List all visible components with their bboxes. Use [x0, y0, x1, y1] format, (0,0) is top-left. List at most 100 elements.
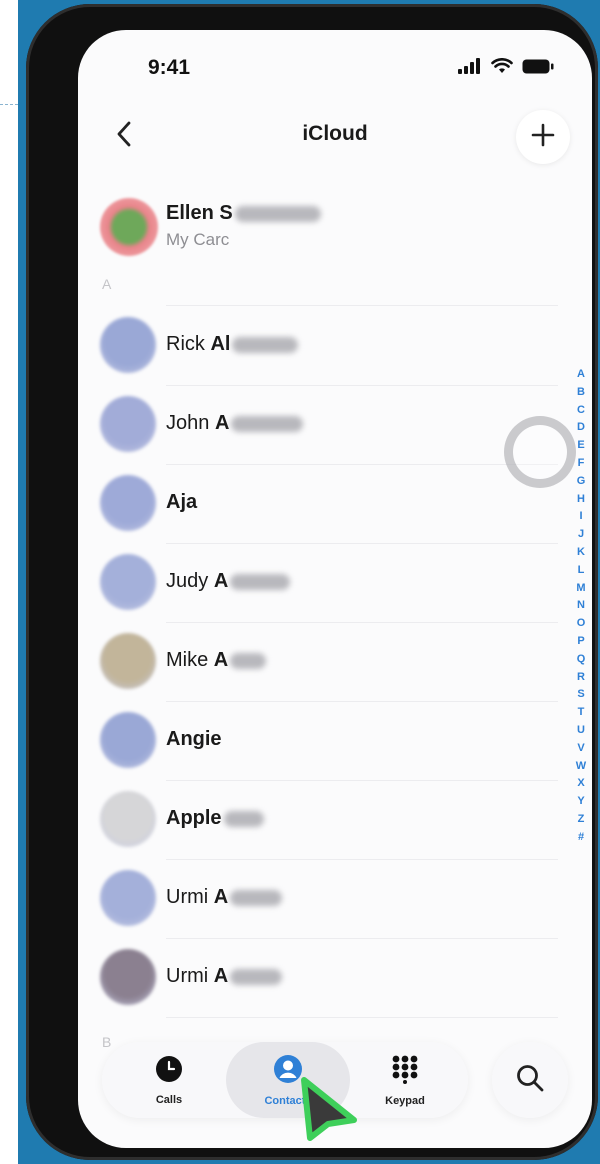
contact-first-name: Mike — [166, 649, 209, 671]
list-item[interactable]: Apple — [78, 781, 558, 860]
tab-label: Calls — [155, 1093, 183, 1106]
redacted-text — [232, 336, 299, 353]
contact-first-name: Judy — [166, 570, 209, 592]
contact-name: Rick Al — [166, 333, 299, 356]
contact-last-name: Al — [210, 333, 231, 355]
contact-name: Aja — [166, 491, 197, 514]
search-button[interactable] — [492, 1042, 568, 1118]
list-item[interactable]: Urmi A — [78, 860, 558, 939]
index-letter[interactable]: F — [578, 455, 585, 473]
alphabet-index[interactable]: A B C D E F G H I J K L M N O P Q R S T U V W X Y Z # — [574, 366, 588, 847]
index-letter[interactable]: J — [578, 526, 584, 544]
list-item[interactable]: Judy A — [78, 544, 558, 623]
dashed-guide — [0, 104, 18, 105]
index-letter[interactable]: H — [577, 491, 585, 509]
contact-last-name: A — [213, 570, 229, 592]
section-divider — [166, 305, 558, 306]
add-contact-button[interactable] — [516, 110, 570, 164]
redacted-text — [230, 889, 283, 906]
phone-frame: 9:41 iCloud Ellen S My Carc A Rick Al Jo… — [26, 4, 598, 1160]
index-letter[interactable]: B — [577, 384, 585, 402]
index-letter[interactable]: C — [577, 402, 585, 420]
index-letter[interactable]: L — [578, 562, 585, 580]
contact-first-name: Rick — [166, 333, 205, 355]
index-letter[interactable]: E — [577, 437, 584, 455]
redacted-text — [223, 810, 264, 827]
index-letter[interactable]: I — [579, 508, 582, 526]
avatar — [100, 475, 156, 531]
phone-screen: 9:41 iCloud Ellen S My Carc A Rick Al Jo… — [78, 30, 592, 1148]
list-item[interactable]: Urmi A — [78, 939, 558, 1018]
avatar — [100, 317, 156, 373]
contact-name: Urmi A — [166, 886, 283, 909]
list-item[interactable]: Aja — [78, 465, 558, 544]
index-letter[interactable]: Q — [577, 651, 586, 669]
index-letter[interactable]: O — [577, 615, 586, 633]
list-item[interactable]: Mike A — [78, 623, 558, 702]
status-time: 9:41 — [148, 56, 191, 79]
index-letter[interactable]: R — [577, 669, 585, 687]
avatar — [100, 712, 156, 768]
section-letter-a: A — [102, 276, 112, 292]
index-letter[interactable]: S — [577, 686, 584, 704]
battery-icon — [522, 59, 554, 79]
index-letter[interactable]: K — [577, 544, 585, 562]
redacted-text — [230, 652, 267, 669]
contact-name: Urmi A — [166, 965, 283, 988]
list-item[interactable]: Rick Al — [78, 307, 558, 386]
index-letter[interactable]: U — [577, 722, 585, 740]
contact-first-name: Apple — [166, 807, 222, 829]
index-letter[interactable]: Z — [578, 811, 585, 829]
list-item[interactable]: Angie — [78, 702, 558, 781]
index-letter[interactable]: N — [577, 597, 585, 615]
tab-label: Keypad — [385, 1094, 425, 1107]
contact-name: Angie — [166, 728, 222, 751]
index-letter[interactable]: Y — [577, 793, 584, 811]
index-letter[interactable]: D — [577, 419, 585, 437]
tab-keypad[interactable]: Keypad — [346, 1042, 464, 1118]
touch-indicator — [504, 416, 576, 488]
avatar — [100, 633, 156, 689]
contact-name: Apple — [166, 807, 264, 830]
avatar — [100, 198, 158, 256]
index-letter[interactable]: V — [577, 740, 584, 758]
avatar — [100, 396, 156, 452]
contact-name: Judy A — [166, 570, 291, 593]
my-card-name: Ellen S — [166, 202, 321, 225]
index-letter[interactable]: W — [576, 758, 586, 776]
contact-first-name: Urmi — [166, 965, 209, 987]
redacted-text — [231, 415, 304, 432]
search-icon — [515, 1063, 545, 1098]
contact-name: Mike A — [166, 649, 267, 672]
page-title: iCloud — [302, 122, 368, 145]
index-letter[interactable]: X — [577, 775, 584, 793]
index-letter[interactable]: A — [577, 366, 585, 384]
contact-first-name: John — [166, 412, 210, 434]
list-item[interactable]: John A — [78, 386, 558, 465]
contact-first-name: Aja — [166, 491, 198, 513]
cursor-pointer-icon — [296, 1074, 362, 1149]
redacted-text — [234, 205, 321, 222]
index-letter[interactable]: G — [577, 473, 586, 491]
redacted-text — [230, 968, 283, 985]
my-card[interactable]: Ellen S My Carc — [100, 190, 540, 262]
avatar — [100, 554, 156, 610]
avatar — [100, 791, 156, 847]
contact-name: John A — [166, 412, 304, 435]
plus-icon — [531, 123, 555, 152]
tab-calls[interactable]: Calls — [110, 1042, 228, 1118]
clock-icon — [155, 1055, 183, 1088]
index-letter[interactable]: P — [577, 633, 584, 651]
keypad-icon — [390, 1054, 420, 1089]
index-letter[interactable]: T — [578, 704, 585, 722]
tab-bar: Calls Contacts Keypad — [102, 1042, 468, 1118]
contact-first-name: Urmi — [166, 886, 209, 908]
index-letter[interactable]: M — [576, 580, 585, 598]
contact-first-name: Angie — [166, 728, 222, 750]
wifi-icon — [491, 58, 513, 79]
redacted-text — [230, 573, 291, 590]
page: 9:41 iCloud Ellen S My Carc A Rick Al Jo… — [0, 0, 600, 1164]
row-divider — [166, 1017, 558, 1018]
index-letter[interactable]: # — [578, 829, 584, 847]
my-card-subtitle: My Carc — [166, 230, 230, 249]
